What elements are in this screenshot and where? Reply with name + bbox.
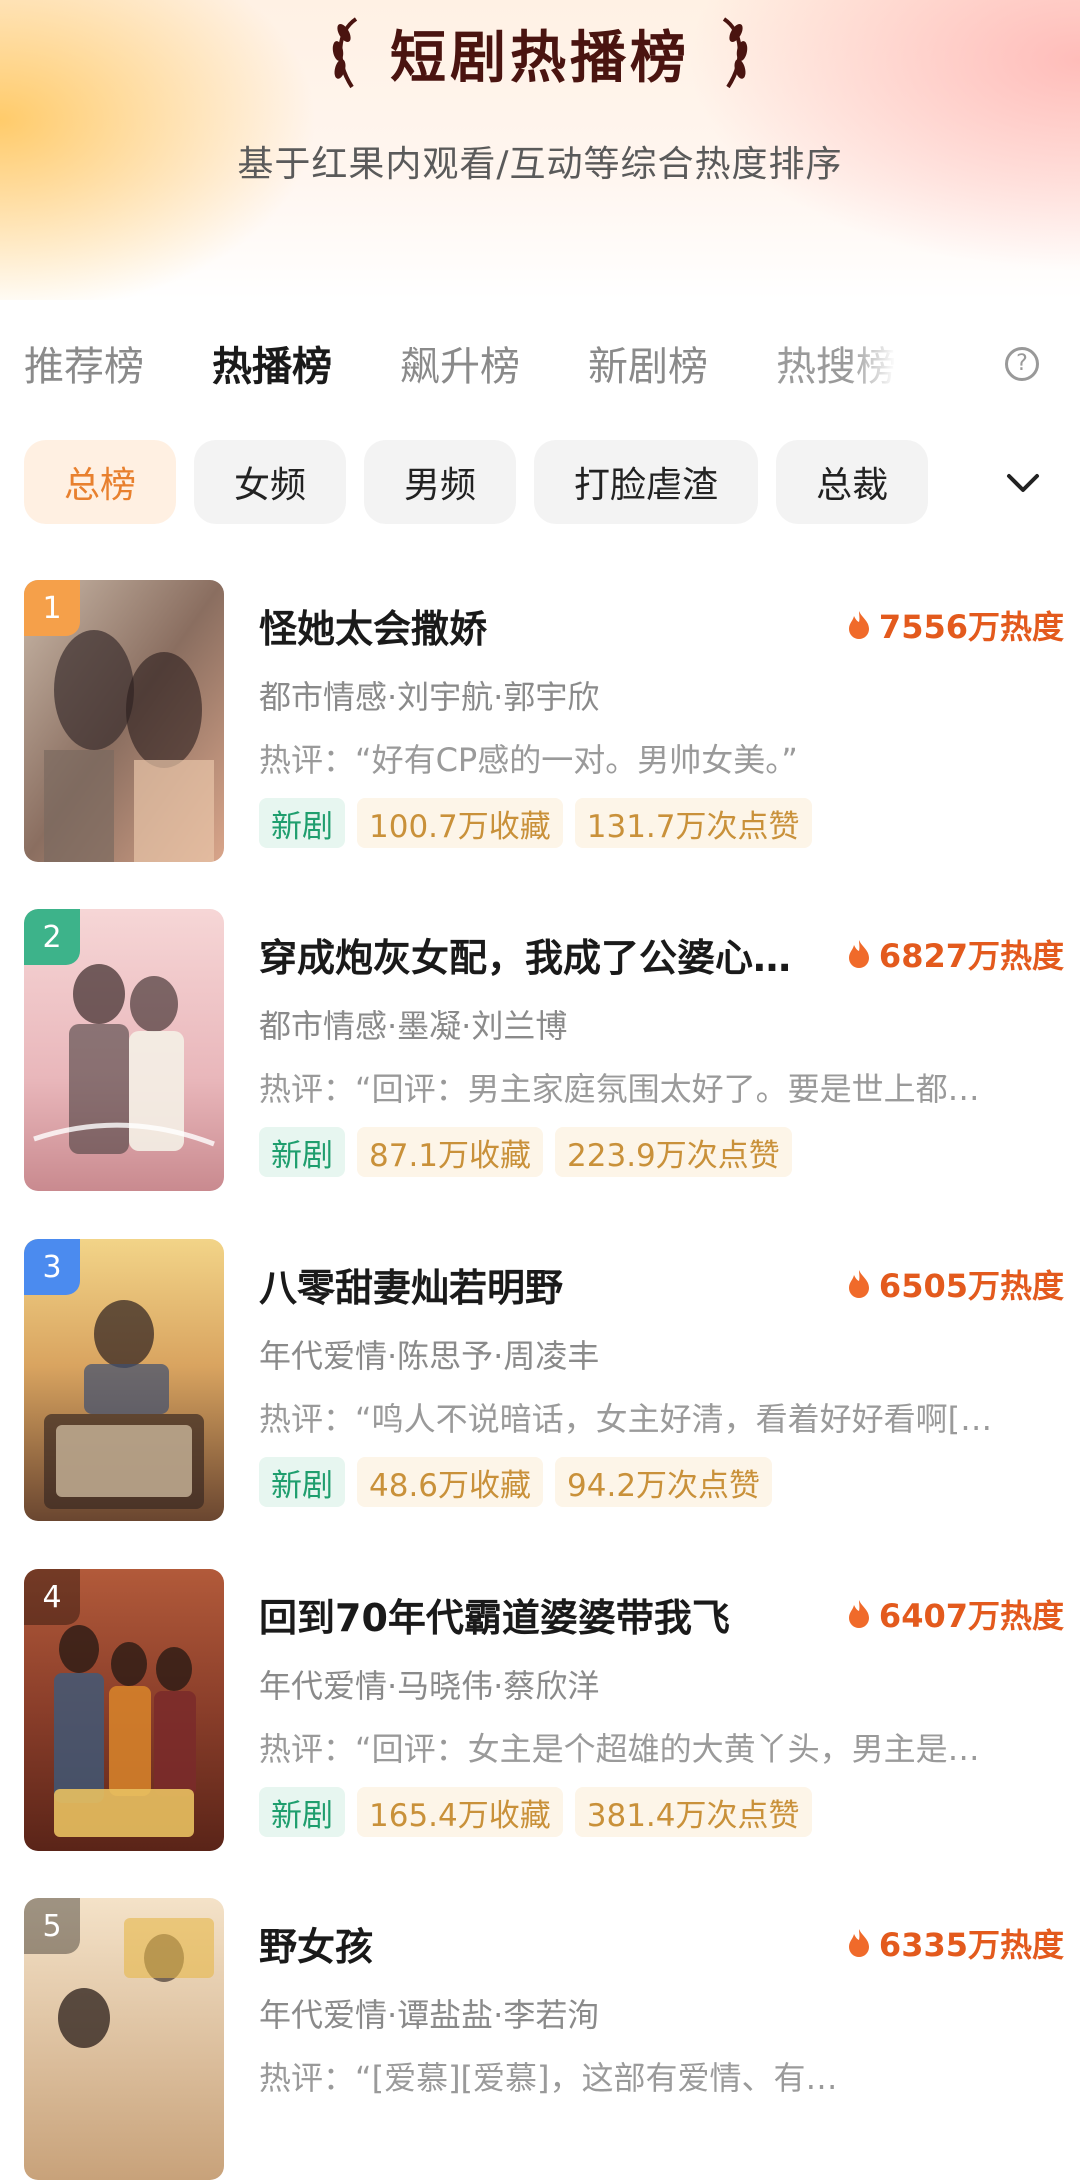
tag-row: 新剧 48.6万收藏 94.2万次点赞 [259,1457,773,1507]
drama-cover[interactable]: 3 [24,1239,224,1521]
list-item[interactable]: 1 怪她太会撒娇 7556万热度 都市情感·刘宇航·郭宇欣 热评：“好有CP感的… [24,580,1064,862]
category-chips: 总榜 女频 男频 打脸虐渣 总裁 [24,440,929,524]
favorites-count: 100.7万收藏 [357,798,563,848]
favorites-count: 87.1万收藏 [357,1127,544,1177]
drama-cover[interactable]: 2 [24,909,224,1191]
header-banner: 短剧热播榜 基于红果内观看/互动等综合热度排序 [0,0,1080,300]
drama-meta: 年代爱情·马晓伟·蔡欣洋 [259,1667,600,1705]
likes-count: 223.9万次点赞 [555,1127,792,1177]
tab-hot-play[interactable]: 热播榜 [212,334,332,392]
heat-score: 6827万热度 [847,931,1064,977]
favorites-count: 165.4万收藏 [357,1787,563,1837]
heat-score: 6505万热度 [847,1261,1064,1307]
flame-icon [848,940,869,968]
laurel-right-icon [722,17,748,89]
drama-title[interactable]: 回到70年代霸道婆婆带我飞 [259,1587,804,1642]
rank-badge: 4 [24,1569,80,1625]
hot-review: 热评：“好有CP感的一对。男帅女美。” [259,741,798,779]
new-drama-badge: 新剧 [259,798,345,848]
drama-cover[interactable]: 5 [24,1898,224,2180]
rank-badge: 3 [24,1239,80,1295]
page-title: 短剧热播榜 [390,25,690,91]
tag-row: 新剧 165.4万收藏 381.4万次点赞 [259,1787,812,1837]
likes-count: 381.4万次点赞 [574,1787,812,1837]
flame-icon [848,1929,869,1957]
rank-badge: 1 [24,580,80,636]
heat-value: 7556万热度 [878,608,1064,646]
hot-review: 热评：“回评：男主家庭氛围太好了。要是世上都… [259,1070,980,1108]
chip-face-slap[interactable]: 打脸虐渣 [534,440,759,524]
list-item[interactable]: 4 回到70年代霸道婆婆带我飞 6407万热度 年代爱情·马晓伟·蔡欣洋 热评：… [24,1569,1064,1851]
drama-title[interactable]: 八零甜妻灿若明野 [259,1257,804,1312]
chip-ceo[interactable]: 总裁 [776,440,929,524]
flame-icon [848,611,869,639]
drama-meta: 都市情感·墨凝·刘兰博 [259,1007,568,1045]
chip-overall[interactable]: 总榜 [24,440,177,524]
flame-icon [848,1600,869,1628]
drama-meta: 年代爱情·陈思予·周凌丰 [259,1337,600,1375]
heat-value: 6407万热度 [878,1597,1064,1635]
title-row: 短剧热播榜 [0,8,1080,98]
tab-new-drama[interactable]: 新剧榜 [588,334,708,392]
laurel-left-icon [332,17,358,89]
rank-badge: 5 [24,1898,80,1954]
list-item[interactable]: 2 穿成炮灰女配，我成了公婆心… 6827万热度 都市情感·墨凝·刘兰博 热评：… [24,909,1064,1191]
new-drama-badge: 新剧 [259,1787,345,1837]
drama-cover[interactable]: 1 [24,580,224,862]
tab-recommend[interactable]: 推荐榜 [24,334,144,392]
tag-row: 新剧 100.7万收藏 131.7万次点赞 [259,798,812,848]
heat-value: 6335万热度 [878,1926,1064,1964]
heat-value: 6827万热度 [878,937,1064,975]
page-subtitle: 基于红果内观看/互动等综合热度排序 [237,144,843,185]
drama-cover[interactable]: 4 [24,1569,224,1851]
flame-icon [848,1270,869,1298]
new-drama-badge: 新剧 [259,1127,345,1177]
rank-badge: 2 [24,909,80,965]
heat-score: 6407万热度 [847,1591,1064,1637]
heat-score: 7556万热度 [847,602,1064,648]
help-icon[interactable]: ? [1005,347,1039,381]
favorites-count: 48.6万收藏 [357,1457,544,1507]
tab-rising[interactable]: 飙升榜 [400,334,520,392]
chip-male[interactable]: 男频 [364,440,517,524]
drama-title[interactable]: 怪她太会撒娇 [259,598,804,653]
ranking-tabs: 推荐榜 热播榜 飙升榜 新剧榜 热搜榜 [24,333,1064,393]
new-drama-badge: 新剧 [259,1457,345,1507]
hot-review: 热评：“回评：女主是个超雄的大黄丫头，男主是… [259,1730,980,1768]
likes-count: 131.7万次点赞 [574,798,812,848]
drama-meta: 年代爱情·谭盐盐·李若洵 [259,1996,600,2034]
chevron-down-icon[interactable] [1003,468,1043,498]
hot-review: 热评：“[爱慕][爱慕]，这部有爱情、有… [259,2059,838,2097]
list-item[interactable]: 5 野女孩 6335万热度 年代爱情·谭盐盐·李若洵 热评：“[爱慕][爱慕]，… [24,1898,1064,2180]
tab-hot-search[interactable]: 热搜榜 [776,334,896,392]
heat-score: 6335万热度 [847,1920,1064,1966]
likes-count: 94.2万次点赞 [555,1457,773,1507]
drama-title[interactable]: 穿成炮灰女配，我成了公婆心… [259,927,804,982]
hot-review: 热评：“鸣人不说暗话，女主好清，看着好好看啊[… [259,1400,993,1438]
heat-value: 6505万热度 [878,1267,1064,1305]
list-item[interactable]: 3 八零甜妻灿若明野 6505万热度 年代爱情·陈思予·周凌丰 热评：“鸣人不说… [24,1239,1064,1521]
drama-meta: 都市情感·刘宇航·郭宇欣 [259,678,600,716]
chip-female[interactable]: 女频 [194,440,347,524]
drama-title[interactable]: 野女孩 [259,1916,804,1971]
tag-row: 新剧 87.1万收藏 223.9万次点赞 [259,1127,792,1177]
